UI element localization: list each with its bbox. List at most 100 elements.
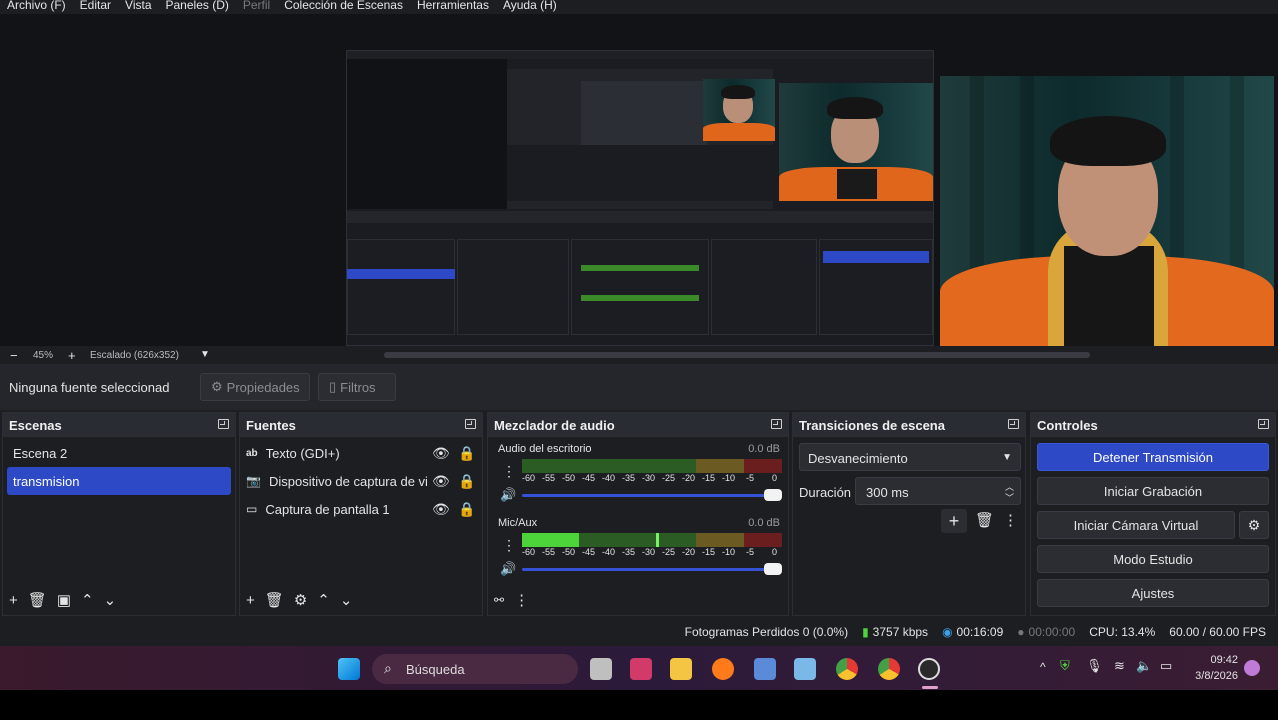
firefox-icon[interactable] (712, 658, 734, 680)
source-item[interactable]: ab Texto (GDI+) 👁 🔒 (246, 439, 476, 467)
monitor-icon: ▭ (246, 502, 258, 516)
battery-icon[interactable]: ▭ (1160, 658, 1172, 674)
add-transition-button[interactable]: + (941, 509, 967, 533)
zoom-in-icon[interactable]: + (68, 348, 76, 363)
windows-start-icon[interactable] (338, 658, 360, 680)
lock-icon[interactable]: 🔒 (458, 445, 475, 462)
source-item[interactable]: ▭ Captura de pantalla 1 👁 🔒 (246, 495, 476, 523)
channel-menu-icon[interactable]: ⋮ (502, 537, 516, 554)
mixer-menu-icon[interactable]: ⋮ (514, 593, 529, 608)
channel-name: Mic/Aux (498, 517, 538, 529)
camera-icon: 📷 (246, 474, 261, 488)
bitrate: 3757 kbps (872, 625, 929, 639)
preview-nested-screen-capture (346, 50, 934, 346)
duration-spinbox[interactable]: 300 ms ︿ ﹀ (855, 477, 1021, 505)
volume-icon[interactable]: 🔈 (1136, 658, 1152, 674)
controls-dock: Controles Detener Transmisión Iniciar Gr… (1030, 412, 1276, 616)
menu-herramientas[interactable]: Herramientas (410, 0, 496, 14)
clock-time[interactable]: 09:42 (1210, 654, 1238, 666)
start-virtual-camera-button[interactable]: Iniciar Cámara Virtual (1037, 511, 1235, 539)
preview-scrollbar[interactable] (384, 352, 1090, 358)
speaker-icon[interactable]: 🔊 (500, 561, 516, 577)
notification-icon[interactable] (1244, 660, 1260, 676)
undock-icon[interactable] (465, 419, 476, 429)
volume-slider[interactable] (522, 568, 782, 571)
microphone-icon[interactable]: 🎙 (1086, 658, 1103, 674)
lock-icon[interactable]: 🔒 (458, 473, 475, 490)
obs-icon[interactable] (918, 658, 940, 680)
fps: 60.00 / 60.00 FPS (1169, 625, 1266, 639)
taskbar-search[interactable]: ⌕ Búsqueda (372, 654, 578, 684)
chevron-up-icon[interactable]: ^ (1040, 660, 1046, 674)
undock-icon[interactable] (218, 419, 229, 429)
photos-icon[interactable] (794, 658, 816, 680)
visibility-eye-icon[interactable]: 👁 (432, 501, 450, 518)
volume-slider-handle[interactable] (764, 489, 782, 501)
filters-button[interactable]: ▯ Filtros (318, 373, 396, 401)
meter-ticks: -60 -55 -50 -45 -40 -35 -30 -25 -20 -15 … (522, 473, 778, 483)
menu-vista[interactable]: Vista (118, 0, 158, 14)
move-up-icon[interactable]: ⌃ (81, 593, 94, 608)
stream-icon: ◉ (942, 625, 953, 639)
lock-icon[interactable]: 🔒 (458, 501, 475, 518)
move-down-icon[interactable]: ⌄ (104, 593, 117, 608)
trash-icon[interactable]: 🗑 (28, 593, 47, 608)
visibility-eye-icon[interactable]: 👁 (432, 445, 450, 462)
undock-icon[interactable] (771, 419, 782, 429)
trash-icon[interactable]: 🗑 (265, 593, 284, 608)
app-icon[interactable] (754, 658, 776, 680)
source-item[interactable]: 📷 Dispositivo de captura de vid 👁 🔒 (246, 467, 476, 495)
nested-webcam-medium (779, 83, 933, 201)
scale-label: Escalado (626x352) (90, 350, 179, 361)
task-view-icon[interactable] (590, 658, 612, 680)
undock-icon[interactable] (1258, 419, 1269, 429)
chevron-down-icon[interactable]: ﹀ (1005, 491, 1014, 504)
undock-icon[interactable] (1008, 419, 1019, 429)
chrome-profile-icon[interactable] (878, 658, 900, 680)
zoom-out-icon[interactable]: − (10, 348, 18, 363)
menu-paneles[interactable]: Paneles (D) (159, 0, 236, 14)
volume-slider-handle[interactable] (764, 563, 782, 575)
transition-select[interactable]: Desvanecimiento ▼ (799, 443, 1021, 471)
preview-zoom-bar: − 45% + Escalado (626x352) ▼ (0, 346, 1278, 364)
speaker-icon[interactable]: 🔊 (500, 487, 516, 503)
studio-mode-button[interactable]: Modo Estudio (1037, 545, 1269, 573)
virtual-camera-settings-button[interactable]: ⚙ (1239, 511, 1269, 539)
scene-item[interactable]: Escena 2 (7, 439, 231, 467)
chrome-icon[interactable] (836, 658, 858, 680)
menu-ayuda[interactable]: Ayuda (H) (496, 0, 564, 14)
stream-time: 00:16:09 (956, 625, 1004, 639)
search-icon: ⌕ (384, 660, 392, 676)
gear-icon[interactable]: ⚙ (294, 593, 307, 608)
menu-editar[interactable]: Editar (73, 0, 118, 14)
menu-perfil[interactable]: Perfil (236, 0, 277, 14)
move-up-icon[interactable]: ⌃ (317, 593, 330, 608)
move-down-icon[interactable]: ⌄ (340, 593, 353, 608)
zoom-value: 45% (33, 350, 54, 361)
security-shield-icon[interactable]: ⛨ (1060, 658, 1070, 674)
preview-area[interactable] (0, 14, 1278, 346)
scenes-dock: Escenas Escena 2 transmision + 🗑 ▣ ⌃ ⌄ (2, 412, 236, 616)
filter-icon[interactable]: ▣ (57, 593, 71, 608)
add-icon[interactable]: + (9, 593, 18, 608)
volume-slider[interactable] (522, 494, 782, 497)
start-recording-button[interactable]: Iniciar Grabación (1037, 477, 1269, 505)
advanced-audio-icon[interactable]: ⚯ (494, 593, 504, 608)
properties-button[interactable]: ⚙ Propiedades (200, 373, 310, 401)
file-explorer-icon[interactable] (670, 658, 692, 680)
visibility-eye-icon[interactable]: 👁 (432, 473, 450, 490)
scene-item-selected[interactable]: transmision (7, 467, 231, 495)
wifi-icon[interactable]: ≋ (1114, 658, 1125, 674)
settings-button[interactable]: Ajustes (1037, 579, 1269, 607)
clock-date[interactable]: 3/8/2026 (1190, 670, 1238, 682)
snipping-tool-icon[interactable] (630, 658, 652, 680)
trash-icon[interactable]: 🗑 (975, 513, 994, 528)
menu-archivo[interactable]: Archivo (F) (0, 0, 73, 14)
audio-mixer-dock: Mezclador de audio Audio del escritorio … (487, 412, 789, 616)
channel-menu-icon[interactable]: ⋮ (502, 463, 516, 480)
add-icon[interactable]: + (246, 593, 255, 608)
transition-menu-icon[interactable]: ⋮ (1003, 513, 1018, 528)
menu-coleccion-escenas[interactable]: Colección de Escenas (277, 0, 410, 14)
stop-streaming-button[interactable]: Detener Transmisión (1037, 443, 1269, 471)
scale-dropdown-icon[interactable]: ▼ (200, 349, 210, 360)
